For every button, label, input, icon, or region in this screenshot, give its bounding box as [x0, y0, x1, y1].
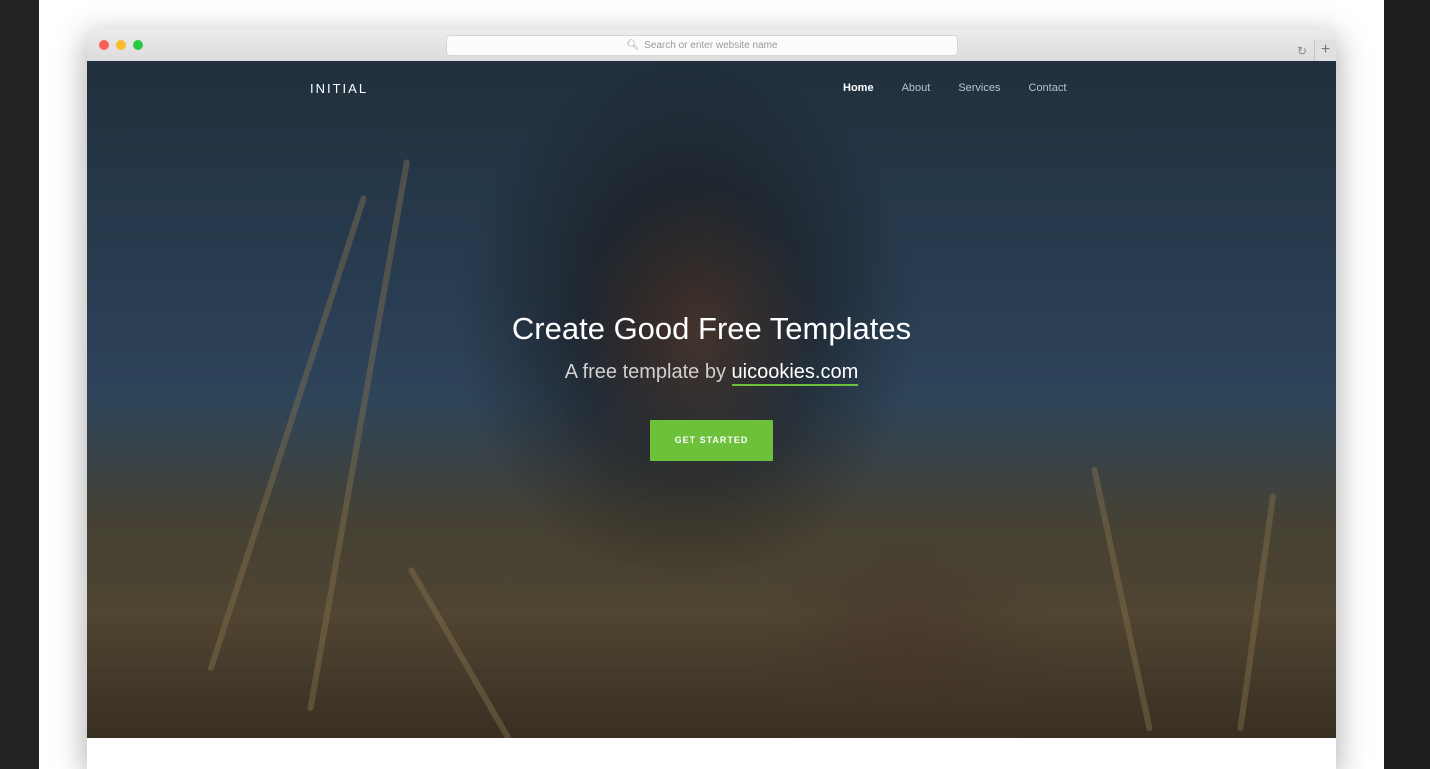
nav-menu: Home About Services Contact	[843, 82, 1094, 94]
new-tab-button[interactable]: +	[1314, 40, 1336, 61]
uicookies-link[interactable]: uicookies.com	[731, 361, 859, 386]
wheat-stalk	[1090, 466, 1153, 732]
wheat-stalk	[1237, 492, 1277, 732]
site-logo[interactable]: INITIAL	[310, 81, 368, 96]
close-window-button[interactable]	[99, 40, 109, 50]
hero-subtitle: A free template by uicookies.com	[87, 361, 1336, 386]
address-placeholder: Search or enter website name	[644, 40, 778, 51]
reload-icon[interactable]: ↻	[1297, 45, 1307, 57]
nav-item-home[interactable]: Home	[843, 82, 874, 94]
site-navbar: INITIAL Home About Services Contact	[87, 61, 1336, 117]
zoom-window-button[interactable]	[133, 40, 143, 50]
hero-content: Create Good Free Templates A free templa…	[87, 311, 1336, 461]
get-started-button[interactable]: GET STARTED	[650, 420, 773, 461]
backdrop-right	[1384, 0, 1430, 769]
wheat-stalk	[407, 566, 513, 738]
nav-item-about[interactable]: About	[902, 82, 931, 94]
nav-item-services[interactable]: Services	[958, 82, 1000, 94]
hero-section: INITIAL Home About Services Contact Crea…	[87, 61, 1336, 738]
backdrop-left	[0, 0, 39, 769]
browser-window: 🔍︎ Search or enter website name ↻ + INIT…	[87, 29, 1336, 769]
nav-item-contact[interactable]: Contact	[1029, 82, 1067, 94]
hero-title: Create Good Free Templates	[511, 311, 912, 346]
hero-subtitle-text: A free template by	[564, 361, 726, 383]
address-bar[interactable]: 🔍︎ Search or enter website name ↻	[446, 35, 1307, 57]
content-section	[87, 738, 1336, 769]
browser-toolbar: 🔍︎ Search or enter website name ↻ +	[87, 29, 1336, 62]
search-icon: 🔍︎	[626, 40, 640, 51]
minimize-window-button[interactable]	[116, 40, 126, 50]
